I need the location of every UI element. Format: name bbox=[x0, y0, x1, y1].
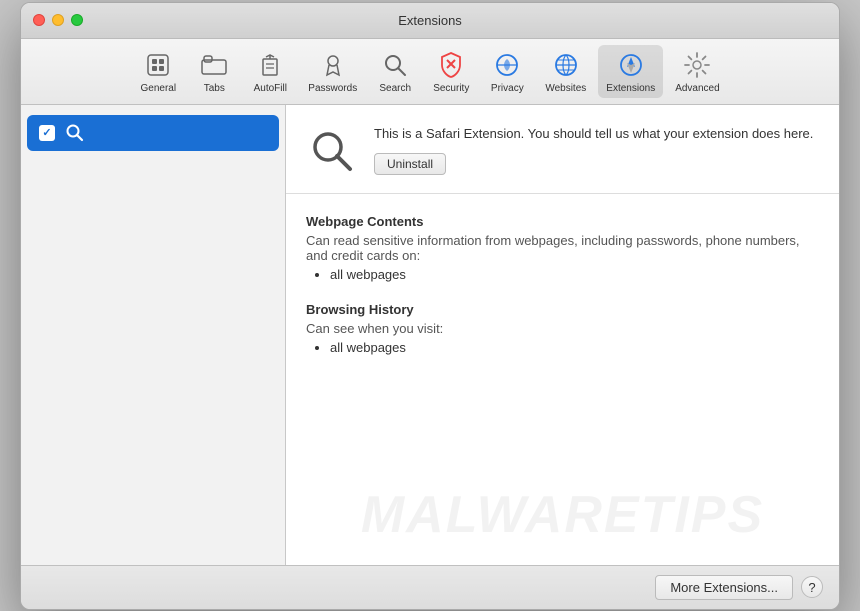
webpage-contents-desc: Can read sensitive information from webp… bbox=[306, 233, 819, 263]
security-icon bbox=[435, 49, 467, 81]
browsing-history-list: all webpages bbox=[306, 340, 819, 355]
checkmark-icon: ✓ bbox=[42, 126, 51, 139]
toolbar-item-privacy[interactable]: Privacy bbox=[481, 45, 533, 98]
ext-checkbox[interactable]: ✓ bbox=[39, 125, 55, 141]
toolbar-item-advanced[interactable]: Advanced bbox=[667, 45, 727, 98]
security-label: Security bbox=[433, 83, 469, 94]
toolbar-item-extensions[interactable]: Extensions bbox=[598, 45, 663, 98]
extension-header: This is a Safari Extension. You should t… bbox=[286, 105, 839, 194]
passwords-label: Passwords bbox=[308, 83, 357, 94]
bottombar: More Extensions... ? bbox=[21, 565, 839, 609]
privacy-label: Privacy bbox=[491, 83, 524, 94]
browsing-history-title: Browsing History bbox=[306, 302, 819, 317]
content-area: ✓ MALWARETIPS bbox=[21, 105, 839, 565]
browsing-history-section: Browsing History Can see when you visit:… bbox=[306, 302, 819, 355]
webpage-contents-title: Webpage Contents bbox=[306, 214, 819, 229]
websites-icon bbox=[550, 49, 582, 81]
list-item: all webpages bbox=[330, 340, 819, 355]
toolbar-item-tabs[interactable]: Tabs bbox=[188, 45, 240, 98]
help-button[interactable]: ? bbox=[801, 576, 823, 598]
detail-panel: MALWARETIPS This is a Safari Extension. … bbox=[286, 105, 839, 565]
extensions-icon bbox=[615, 49, 647, 81]
tabs-label: Tabs bbox=[204, 83, 225, 94]
general-icon bbox=[142, 49, 174, 81]
toolbar-item-autofill[interactable]: AutoFill bbox=[244, 45, 296, 98]
minimize-button[interactable] bbox=[52, 14, 64, 26]
toolbar-item-search[interactable]: Search bbox=[369, 45, 421, 98]
toolbar-item-general[interactable]: General bbox=[132, 45, 184, 98]
window-title: Extensions bbox=[398, 13, 462, 28]
ext-search-icon bbox=[63, 121, 87, 145]
toolbar-item-websites[interactable]: Websites bbox=[537, 45, 594, 98]
sidebar-item-search-ext[interactable]: ✓ bbox=[27, 115, 279, 151]
advanced-icon bbox=[681, 49, 713, 81]
advanced-label: Advanced bbox=[675, 83, 719, 94]
traffic-lights bbox=[33, 14, 83, 26]
uninstall-button[interactable]: Uninstall bbox=[374, 153, 446, 175]
permissions-section: Webpage Contents Can read sensitive info… bbox=[286, 194, 839, 565]
extensions-label: Extensions bbox=[606, 83, 655, 94]
search-toolbar-icon bbox=[379, 49, 411, 81]
titlebar: Extensions bbox=[21, 3, 839, 39]
maximize-button[interactable] bbox=[71, 14, 83, 26]
sidebar: ✓ bbox=[21, 105, 286, 565]
autofill-icon bbox=[254, 49, 286, 81]
tabs-icon bbox=[198, 49, 230, 81]
privacy-icon bbox=[491, 49, 523, 81]
autofill-label: AutoFill bbox=[254, 83, 287, 94]
webpage-contents-section: Webpage Contents Can read sensitive info… bbox=[306, 214, 819, 282]
extension-icon bbox=[306, 125, 358, 177]
extension-description: This is a Safari Extension. You should t… bbox=[374, 125, 819, 143]
extension-info: This is a Safari Extension. You should t… bbox=[374, 125, 819, 175]
websites-label: Websites bbox=[545, 83, 586, 94]
passwords-icon bbox=[317, 49, 349, 81]
search-label: Search bbox=[379, 83, 411, 94]
general-label: General bbox=[141, 83, 177, 94]
more-extensions-button[interactable]: More Extensions... bbox=[655, 575, 793, 600]
toolbar: General Tabs AutoFill bbox=[21, 39, 839, 105]
toolbar-item-passwords[interactable]: Passwords bbox=[300, 45, 365, 98]
toolbar-item-security[interactable]: Security bbox=[425, 45, 477, 98]
browsing-history-desc: Can see when you visit: bbox=[306, 321, 819, 336]
main-window: Extensions General T bbox=[20, 2, 840, 610]
webpage-contents-list: all webpages bbox=[306, 267, 819, 282]
list-item: all webpages bbox=[330, 267, 819, 282]
close-button[interactable] bbox=[33, 14, 45, 26]
